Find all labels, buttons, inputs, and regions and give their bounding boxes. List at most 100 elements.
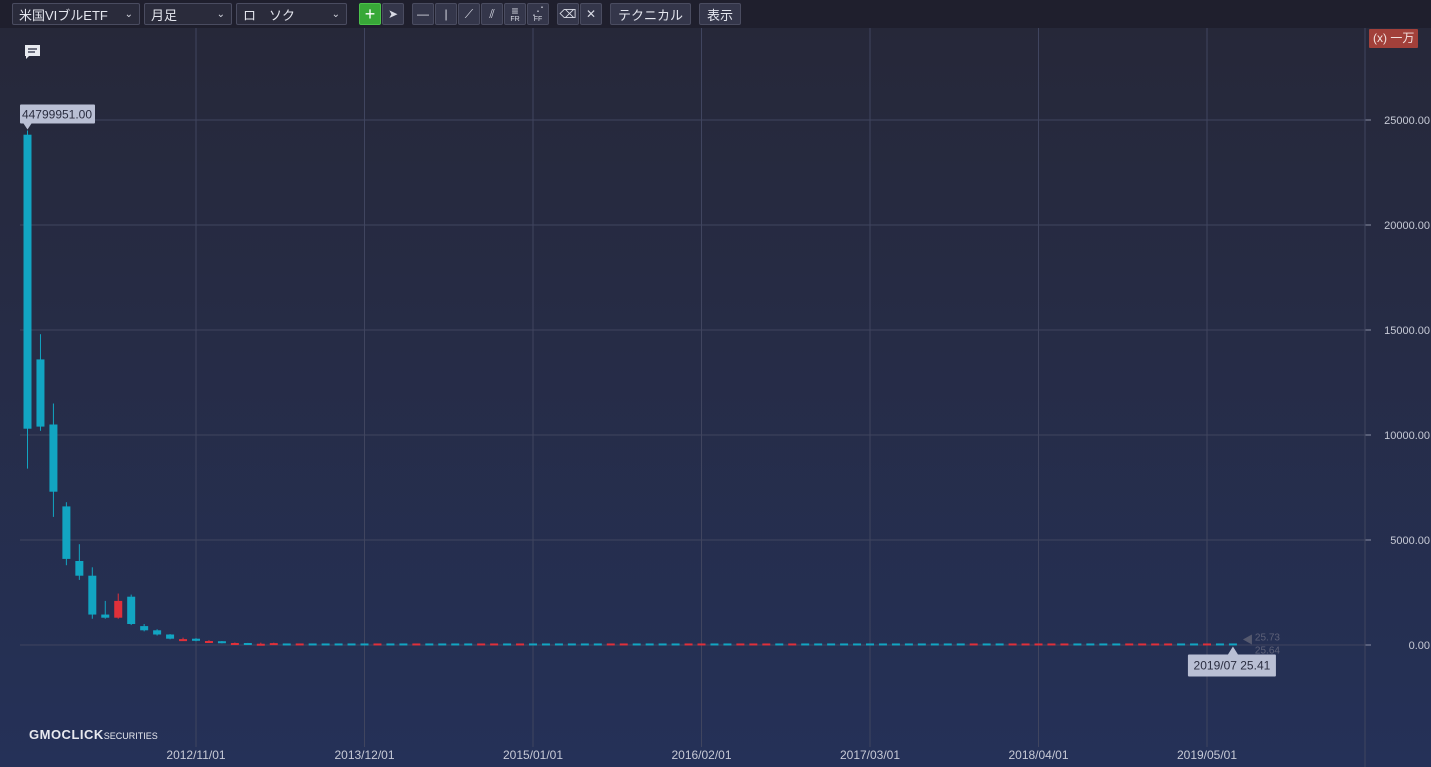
chevron-down-icon: ⌄ [331,8,340,20]
candle-body [541,643,550,646]
candle-body [762,643,771,646]
symbol-dropdown[interactable]: 米国VIブルETF ⌄ [12,3,140,25]
candle-body [684,643,693,646]
candle-body [567,643,576,646]
horizontal-line-icon: — [417,7,429,21]
parallel-lines-tool-button[interactable]: ⫽ [481,3,503,25]
candle-body [321,643,330,646]
comment-icon[interactable] [24,44,41,61]
x-tick-label: 2016/02/01 [671,748,731,762]
chevron-down-icon: ⌄ [216,8,225,20]
candle-body [425,643,434,646]
candle-body [334,643,343,646]
candle-body [347,643,356,646]
candle-body [127,596,136,624]
display-button[interactable]: 表示 [699,3,742,25]
horizontal-line-tool-button[interactable]: — [412,3,434,25]
candle-body [1060,643,1069,646]
candle-body [243,643,252,646]
candle-body [399,643,408,646]
candle-body [1047,643,1056,646]
candle-body [49,424,58,492]
candle-body [1021,643,1030,646]
candle-body [853,643,862,646]
chart-type-dropdown[interactable]: ロ ソク ⌄ [236,3,347,25]
candle-body [1164,643,1173,646]
candle-body [995,643,1004,646]
candle-body [451,643,460,646]
candle-body [1073,643,1082,646]
right-price-label-high: 25.73 [1255,632,1280,643]
max-price-label: 44799951.00 [22,108,92,122]
y-tick-label: 20000.00 [1384,220,1430,232]
x-tick-label: 2012/11/01 [166,748,225,762]
candle-body [1099,643,1108,646]
vertical-line-icon: | [444,7,448,21]
candle-body [192,638,200,641]
unit-badge: (x) 一万 [1369,29,1419,48]
candle-body [1215,643,1224,646]
candle-body [88,575,97,615]
candle-body [943,643,952,646]
parallel-lines-icon: ⫽ [489,6,495,21]
x-tick-label: 2015/01/01 [503,748,563,762]
candle-body [1177,643,1186,646]
last-price-label: 2019/07 25.41 [1194,658,1271,672]
candle-body [632,643,641,646]
candle-body [1203,643,1211,646]
y-tick-label: 10000.00 [1384,430,1430,442]
candle-body [1125,643,1134,646]
candle-body [840,643,849,646]
candle-body [697,643,706,646]
candle-body [230,643,239,646]
candle-body [101,614,110,618]
candle-body [295,643,304,646]
candle-body [904,643,913,646]
candle-body [1008,643,1017,646]
candle-body [917,643,926,646]
technical-button[interactable]: テクニカル [610,3,692,25]
candle-body [256,643,265,646]
candle-body [710,643,719,646]
candle-body [878,643,887,646]
candle-body [554,643,563,646]
candle-body [153,630,162,635]
trend-line-tool-button[interactable]: ⟋ [458,3,480,25]
pointer-tool-button[interactable]: ➤ [382,3,404,25]
candle-body [1086,643,1095,646]
vertical-line-tool-button[interactable]: | [435,3,457,25]
candle-body [23,134,32,429]
candle-body [619,643,628,646]
candle-body [412,643,421,646]
ff-label: FF [533,16,543,23]
candle-body [179,639,188,642]
fibonacci-retracement-tool-button[interactable]: ≡ FR [504,3,526,25]
candlestick-chart[interactable]: 0.00 5000.00 10000.00 15000.00 20000.00 25000… [0,28,1431,767]
candle-body [269,643,278,646]
logo-sub-text: SECURITIES [103,731,158,741]
candle-body [386,643,395,646]
candle-body [956,643,965,646]
eraser-tool-button[interactable]: ⌫ [557,3,579,25]
candle-body [788,643,797,646]
candle-body [62,506,71,559]
fibonacci-fan-tool-button[interactable]: ⋰ FF [527,3,549,25]
candle-body [606,643,615,646]
y-tick-label: 15000.00 [1384,325,1430,337]
gmo-click-logo: GMOCLICKSECURITIES [29,727,158,742]
trend-line-icon: ⟋ [464,6,474,21]
candle-body [736,643,745,646]
eraser-icon: ⌫ [559,7,577,21]
candle-body [658,643,667,646]
x-tick-label: 2018/04/01 [1008,748,1068,762]
candle-body [529,643,537,646]
candle-body [477,643,486,646]
chart-type-dropdown-label: ロ ソク [243,7,296,23]
candle-body [1034,643,1043,646]
candle-body [217,641,226,644]
crosshair-tool-button[interactable]: + [359,3,381,25]
period-dropdown-label: 月足 [151,7,178,23]
candle-body [645,643,654,646]
erase-all-tool-button[interactable]: ✕ [580,3,602,25]
period-dropdown[interactable]: 月足 ⌄ [144,3,232,25]
